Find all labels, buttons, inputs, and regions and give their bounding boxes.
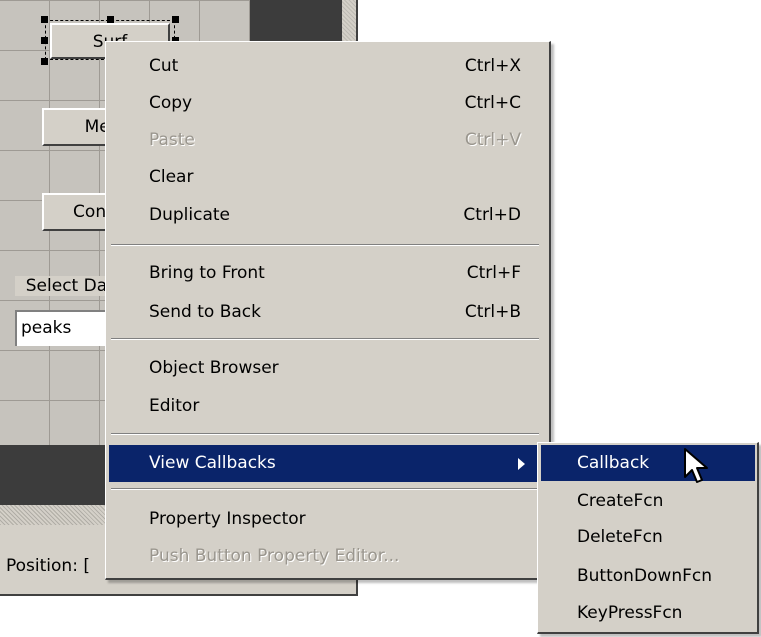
menu-separator bbox=[111, 433, 539, 435]
view-callbacks-submenu: Callback CreateFcn DeleteFcn ButtonDownF… bbox=[537, 442, 759, 634]
menu-item-copy[interactable]: Copy Ctrl+C bbox=[109, 85, 543, 122]
submenu-arrow-icon bbox=[518, 458, 525, 470]
menu-separator bbox=[111, 488, 539, 490]
menu-item-paste: Paste Ctrl+V bbox=[149, 130, 521, 150]
submenu-item-callback[interactable]: Callback bbox=[541, 445, 755, 481]
submenu-item-createfcn[interactable]: CreateFcn bbox=[541, 483, 755, 519]
menu-separator bbox=[111, 244, 539, 246]
menu-item-bring-to-front[interactable]: Bring to Front Ctrl+F bbox=[109, 255, 543, 292]
menu-separator bbox=[111, 338, 539, 340]
menu-item-duplicate[interactable]: Duplicate Ctrl+D bbox=[109, 197, 543, 234]
submenu-item-keypressfcn[interactable]: KeyPressFcn bbox=[541, 595, 755, 631]
submenu-item-buttondownfcn[interactable]: ButtonDownFcn bbox=[541, 558, 755, 594]
menu-item-property-inspector[interactable]: Property Inspector bbox=[109, 501, 543, 538]
menu-item-send-to-back[interactable]: Send to Back Ctrl+B bbox=[109, 294, 543, 331]
resize-handle[interactable] bbox=[172, 16, 179, 23]
menu-item-view-callbacks[interactable]: View Callbacks bbox=[109, 445, 543, 482]
menu-item-object-browser[interactable]: Object Browser bbox=[109, 350, 543, 387]
menu-item-editor[interactable]: Editor bbox=[109, 388, 543, 425]
mouse-pointer-icon bbox=[684, 448, 708, 483]
menu-item-clear[interactable]: Clear bbox=[109, 159, 543, 196]
resize-handle[interactable] bbox=[41, 37, 48, 44]
status-position-text: Position: [ bbox=[6, 556, 90, 576]
context-menu: Cut Ctrl+X Copy Ctrl+C Paste Ctrl+V Clea… bbox=[105, 41, 551, 580]
resize-handle[interactable] bbox=[41, 58, 48, 65]
resize-handle[interactable] bbox=[107, 16, 114, 23]
menu-item-cut[interactable]: Cut Ctrl+X bbox=[109, 48, 543, 85]
data-popup-value: peaks bbox=[21, 318, 72, 338]
resize-handle[interactable] bbox=[41, 16, 48, 23]
menu-item-push-button-property-editor: Push Button Property Editor... bbox=[149, 546, 400, 566]
submenu-item-deletefcn[interactable]: DeleteFcn bbox=[541, 519, 755, 555]
